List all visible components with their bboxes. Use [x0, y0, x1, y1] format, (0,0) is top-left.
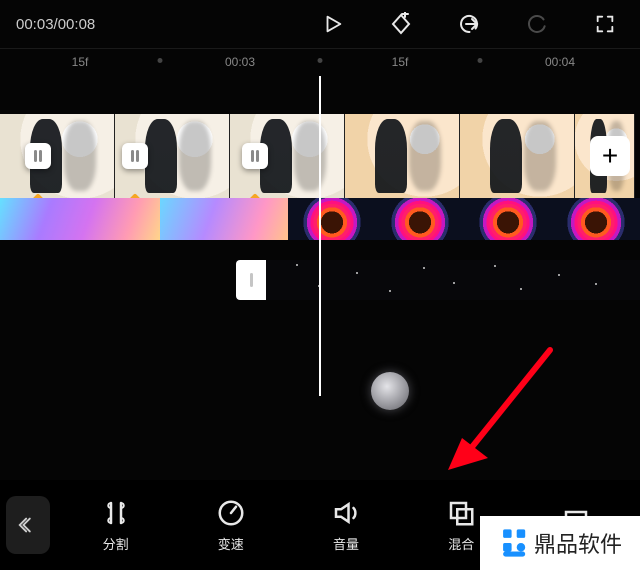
- plus-icon: +: [602, 140, 618, 172]
- time-current: 00:03: [16, 16, 54, 33]
- time-display: 00:03/00:08: [16, 16, 95, 33]
- back-button[interactable]: [6, 496, 50, 554]
- tool-label: 变速: [218, 534, 244, 553]
- video-clip[interactable]: [230, 114, 345, 198]
- undo-button[interactable]: [450, 5, 488, 43]
- timeline[interactable]: +: [0, 76, 640, 396]
- ruler-label: 15f: [72, 55, 89, 69]
- ruler-dot: [158, 58, 163, 63]
- fullscreen-button[interactable]: [586, 5, 624, 43]
- tool-label: 混合: [448, 534, 474, 553]
- ruler-dot: [478, 58, 483, 63]
- ruler-label: 00:04: [545, 55, 575, 69]
- video-clip[interactable]: [460, 114, 575, 198]
- overlay-clip-content: [266, 260, 640, 300]
- tool-label: 分割: [103, 534, 129, 553]
- play-button[interactable]: [314, 5, 352, 43]
- overlay-track[interactable]: [236, 260, 640, 300]
- ruler-dot: [318, 58, 323, 63]
- transition-chip[interactable]: [122, 143, 148, 169]
- tool-label: 音量: [333, 534, 359, 553]
- ruler-label: 15f: [392, 55, 409, 69]
- ruler-label: 00:03: [225, 55, 255, 69]
- playhead[interactable]: [319, 76, 321, 396]
- annotation-arrow-icon: [440, 342, 560, 472]
- scroll-knob[interactable]: [371, 372, 409, 410]
- effect-clip[interactable]: [288, 198, 640, 240]
- transition-chip[interactable]: [25, 143, 51, 169]
- top-toolbar: 00:03/00:08: [0, 0, 640, 48]
- clip-handle[interactable]: [236, 260, 266, 300]
- timeline-ruler[interactable]: 15f 00:03 15f 00:04: [0, 48, 640, 76]
- video-clip[interactable]: [115, 114, 230, 198]
- watermark-logo-icon: [498, 526, 532, 560]
- effect-clip[interactable]: [160, 198, 288, 240]
- watermark: 鼎品软件: [480, 516, 640, 570]
- video-clip[interactable]: [345, 114, 460, 198]
- transition-chip[interactable]: [242, 143, 268, 169]
- add-clip-button[interactable]: +: [590, 136, 630, 176]
- effect-clip[interactable]: [0, 198, 160, 240]
- time-total: /00:08: [54, 16, 96, 33]
- tool-volume[interactable]: 音量: [288, 498, 403, 553]
- redo-button[interactable]: [518, 5, 556, 43]
- tool-split[interactable]: 分割: [58, 498, 173, 553]
- keyframe-add-button[interactable]: [382, 5, 420, 43]
- video-clip[interactable]: [0, 114, 115, 198]
- watermark-text: 鼎品软件: [534, 527, 622, 559]
- tool-speed[interactable]: 变速: [173, 498, 288, 553]
- overlay-clip[interactable]: [236, 260, 640, 300]
